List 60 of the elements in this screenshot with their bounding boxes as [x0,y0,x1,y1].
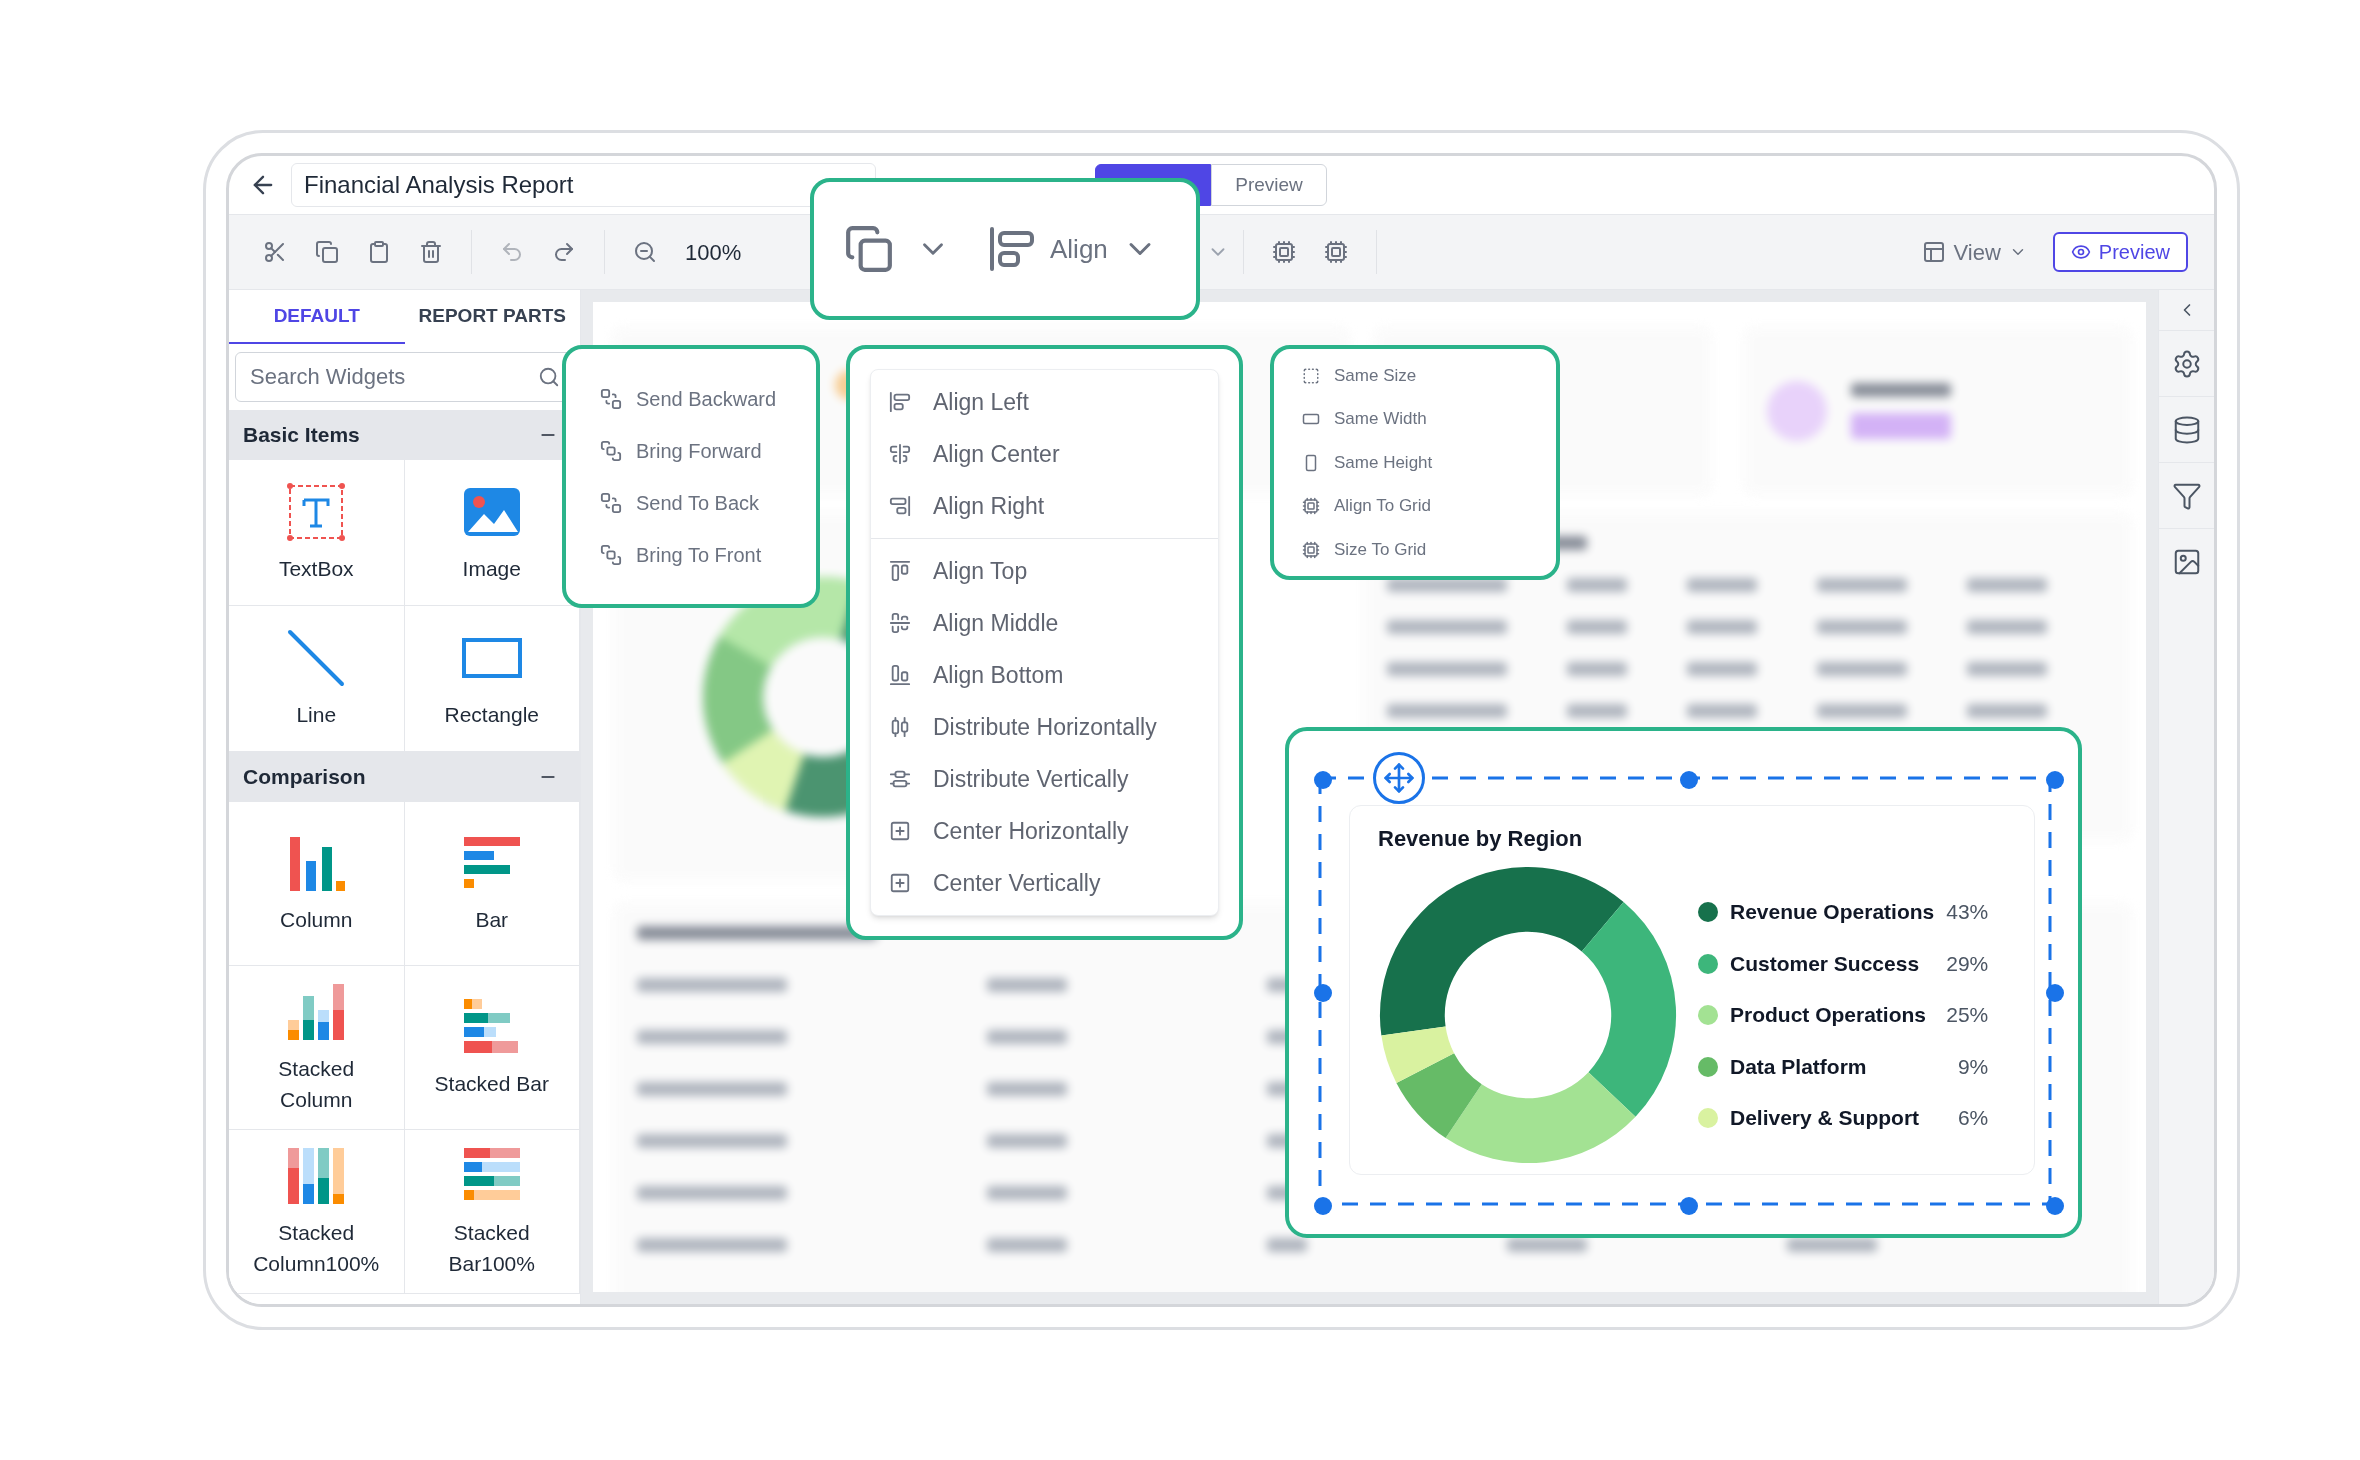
align-menu-item[interactable]: Align Right [871,480,1218,532]
section-title: Basic Items [243,422,360,449]
align-menu-item[interactable]: Center Vertically [871,857,1218,909]
legend-label: Revenue Operations [1730,899,1935,926]
arrange-menu-item[interactable]: Bring Forward [600,435,816,466]
widget-label: Stacked Column100% [252,1220,381,1277]
align-menu-item[interactable]: Distribute Horizontally [871,701,1218,753]
size-menu-item[interactable]: Same Width [1302,406,1556,432]
widget-tile[interactable]: Stacked Column100% [229,1130,405,1294]
legend-label: Data Platform [1730,1053,1868,1080]
align-menu-item[interactable]: Align Top [871,545,1218,597]
sidebar-tab[interactable]: REPORT PARTS [404,290,580,344]
widget-label: Rectangle [443,702,541,729]
legend-label: Product Operations [1730,1002,1928,1029]
widget-tile[interactable]: Line [229,606,405,752]
arrange-menu-item[interactable]: Send Backward [600,383,816,414]
widget-label: Image [461,556,522,583]
size-menu-item[interactable]: Align To Grid [1302,493,1556,519]
legend-percent: 43% [1946,899,1989,926]
widget-tile[interactable]: TextBox [229,460,405,606]
widget-label: Stacked Bar [433,1071,550,1098]
align-menu-item[interactable]: Align Center [871,428,1218,480]
preview-tab[interactable]: Preview [1211,164,1327,206]
widget-label: Bar [474,907,510,934]
align-menu-item[interactable]: Distribute Vertically [871,753,1218,805]
widget-label: TextBox [277,556,355,583]
preview-button[interactable]: Preview [2052,232,2188,272]
widget-label: Column [279,907,354,934]
widget-tile[interactable]: Stacked Column [229,966,405,1130]
arrange-menu-item[interactable]: Bring To Front [600,539,816,570]
legend-percent: 25% [1946,1002,1989,1029]
align-button[interactable]: Align [988,225,1158,273]
widget-tile[interactable]: Stacked Bar [404,966,580,1130]
sidebar-tab[interactable]: DEFAULT [229,290,405,344]
size-menu-item[interactable]: Size To Grid [1302,536,1556,563]
align-menu-item[interactable]: Align Left [871,376,1218,428]
widget-tile[interactable]: Bar [404,802,580,966]
align-menu-item[interactable]: Align Middle [871,597,1218,649]
align-menu-item[interactable]: Align Bottom [871,649,1218,701]
legend-label: Customer Success [1730,950,1921,977]
widget-tile[interactable]: Column [229,802,405,966]
view-button[interactable]: View [1921,235,2027,269]
widget-tile[interactable]: Rectangle [404,606,580,752]
report-title-field[interactable]: Financial Analysis Report [291,163,876,207]
widget-label: Stacked Column [277,1056,356,1113]
align-menu-item[interactable]: Center Horizontally [871,805,1218,857]
zoom-level: 100% [685,238,742,267]
arrange-menu-item[interactable]: Send To Back [600,487,816,518]
legend-percent: 29% [1946,950,1989,977]
legend-percent: 9% [1957,1053,1989,1080]
widget-label: Line [295,702,338,729]
legend-label: Delivery & Support [1730,1105,1921,1132]
widget-label: Stacked Bar100% [447,1220,536,1277]
legend-percent: 6% [1957,1105,1989,1132]
widget-tile[interactable]: Stacked Bar100% [404,1130,580,1294]
section-title: Comparison [243,764,366,791]
chart-title: Revenue by Region [1378,825,1584,853]
size-menu-item[interactable]: Same Height [1302,449,1556,476]
size-menu-item[interactable]: Same Size [1302,362,1556,389]
section-header[interactable]: Comparison [229,752,580,802]
